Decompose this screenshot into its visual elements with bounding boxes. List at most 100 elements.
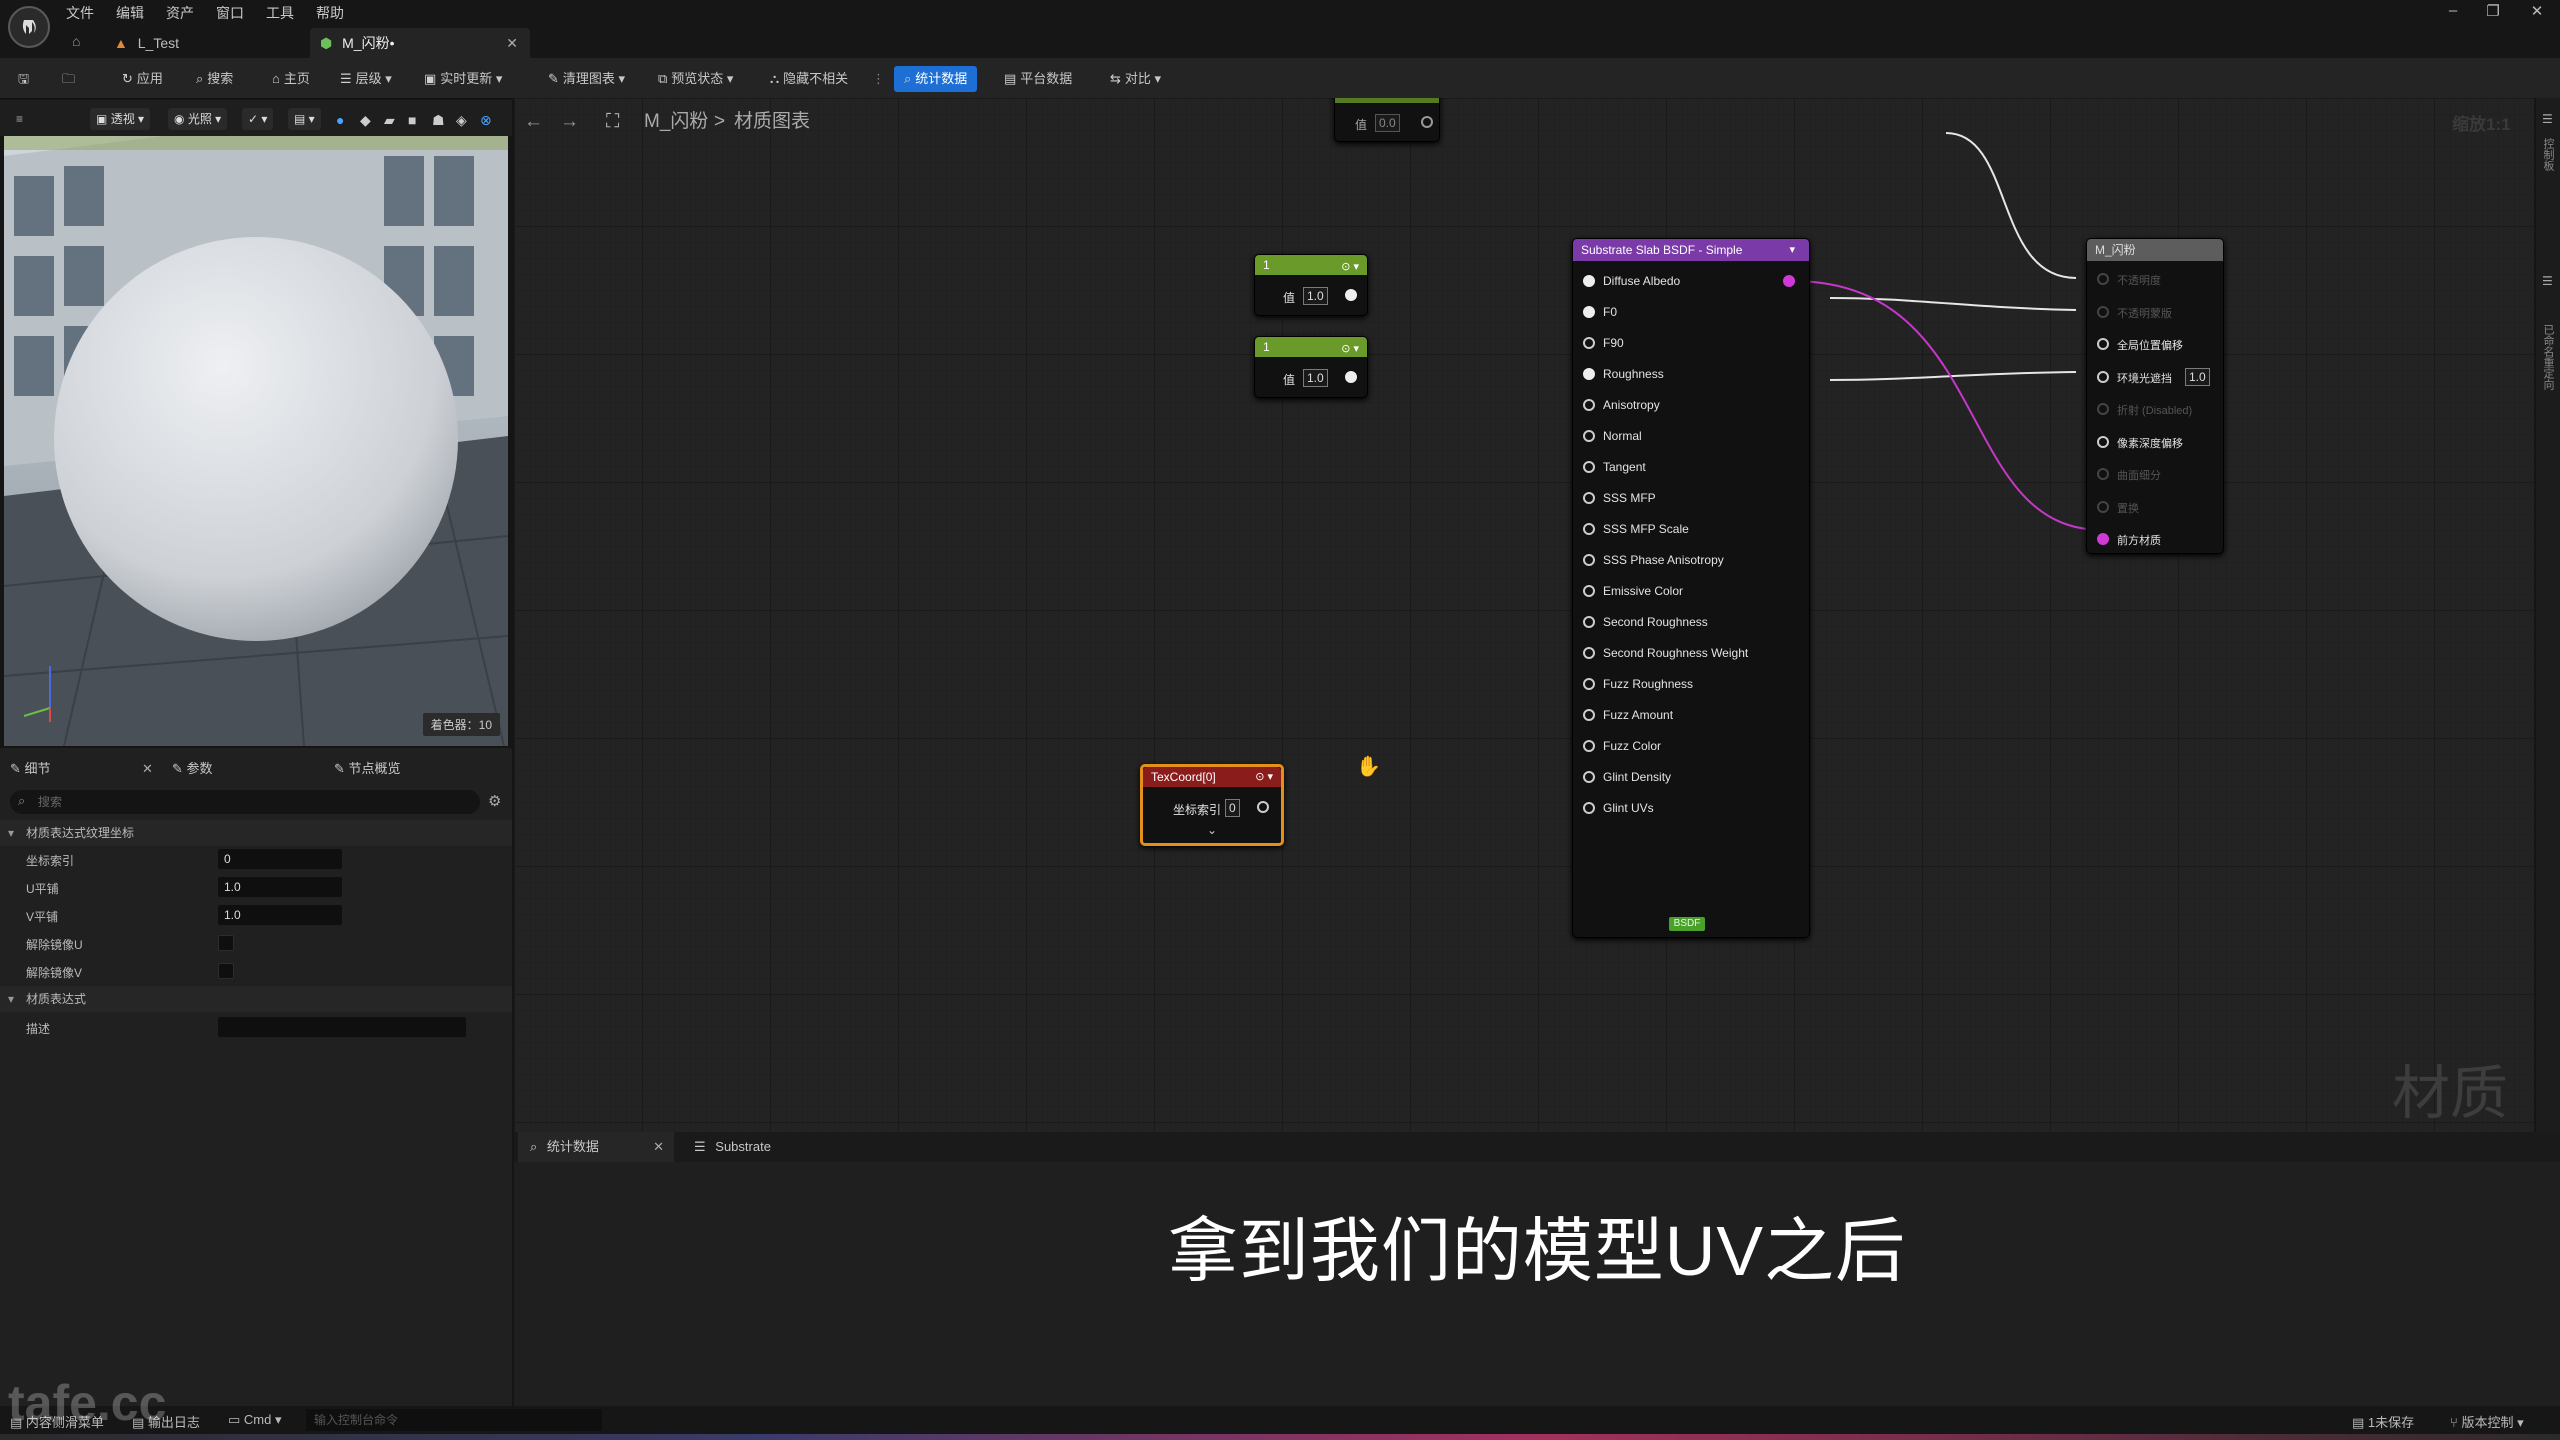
unmirror-u-checkbox[interactable] bbox=[218, 935, 234, 951]
breadcrumb-page[interactable]: 材质图表 bbox=[734, 100, 810, 144]
v-tiling-input[interactable]: 1.0 bbox=[218, 905, 342, 925]
unreal-logo-icon[interactable] bbox=[8, 6, 50, 48]
back-arrow-icon[interactable]: ← bbox=[524, 100, 543, 144]
tab-stats[interactable]: ⌕ 统计数据 ✕ bbox=[518, 1132, 674, 1162]
reroutes-icon[interactable]: ☰ bbox=[2542, 274, 2553, 288]
substrate-input-pin[interactable] bbox=[1583, 337, 1595, 349]
texcoord-output-pin[interactable] bbox=[1257, 801, 1269, 813]
output-input-pin[interactable] bbox=[2097, 468, 2109, 480]
coord-index-input[interactable]: 0 bbox=[218, 849, 342, 869]
substrate-input-pin[interactable] bbox=[1583, 802, 1595, 814]
substrate-input-pin[interactable] bbox=[1583, 430, 1595, 442]
save-icon[interactable]: 🖫 bbox=[12, 66, 35, 92]
const-node-1[interactable]: 1 ⊙ ▾ 值 1.0 bbox=[1254, 254, 1368, 316]
menu-tools[interactable]: 工具 bbox=[266, 3, 294, 23]
output-input-pin[interactable] bbox=[2097, 533, 2109, 545]
substrate-input-pin[interactable] bbox=[1583, 585, 1595, 597]
const-2-output-pin[interactable] bbox=[1345, 371, 1357, 383]
close-tab-icon[interactable]: ✕ bbox=[506, 28, 518, 58]
hide-unrelated-button[interactable]: ⛬ 隐藏不相关 bbox=[764, 66, 854, 92]
unmirror-v-checkbox[interactable] bbox=[218, 963, 234, 979]
expand-node-icon[interactable]: ⌄ bbox=[1207, 823, 1217, 837]
live-update-dropdown[interactable]: ▣ 实时更新 ▾ bbox=[418, 66, 508, 92]
menu-file[interactable]: 文件 bbox=[66, 3, 94, 23]
menu-help[interactable]: 帮助 bbox=[316, 3, 344, 23]
compare-dropdown[interactable]: ⇆ 对比 ▾ bbox=[1104, 66, 1167, 92]
realtime-toggle-icon[interactable]: ⊗ bbox=[480, 112, 492, 129]
search-button[interactable]: ⌕ 搜索 bbox=[190, 66, 239, 92]
cmd-dropdown[interactable]: ▭ Cmd ▾ bbox=[228, 1412, 282, 1428]
output-input-pin[interactable] bbox=[2097, 435, 2109, 448]
substrate-output-pin[interactable] bbox=[1783, 275, 1795, 287]
stats-button[interactable]: ⌕ 统计数据 bbox=[894, 66, 978, 92]
substrate-input-pin[interactable] bbox=[1583, 461, 1595, 473]
section-texcoord[interactable]: ▾ 材质表达式纹理坐标 bbox=[0, 820, 512, 846]
hierarchy-dropdown[interactable]: ☰ 层级 ▾ bbox=[334, 66, 398, 92]
preview-mesh-dropdown[interactable]: ▤ ▾ bbox=[288, 108, 321, 130]
cylinder-preview-icon[interactable]: ◆ bbox=[360, 112, 371, 129]
forward-arrow-icon[interactable]: → bbox=[560, 100, 579, 144]
close-stats-tab-icon[interactable]: ✕ bbox=[653, 1132, 664, 1162]
lit-dropdown[interactable]: ◉ 光照 ▾ bbox=[168, 108, 228, 130]
tab-substrate[interactable]: ☰ Substrate bbox=[682, 1132, 771, 1162]
unsaved-button[interactable]: ▤ 1未保存 bbox=[2352, 1412, 2414, 1431]
source-control-button[interactable]: ⑂ 版本控制 ▾ bbox=[2450, 1412, 2524, 1431]
substrate-input-pin[interactable] bbox=[1583, 399, 1595, 411]
substrate-input-pin[interactable] bbox=[1583, 647, 1595, 659]
const-1-value[interactable]: 1.0 bbox=[1303, 287, 1328, 305]
teapot-preview-icon[interactable]: ☗ bbox=[432, 112, 445, 129]
minimize-button[interactable]: – bbox=[2438, 2, 2468, 22]
tab-parameters[interactable]: ✎ 参数 bbox=[172, 756, 213, 782]
material-output-node[interactable]: M_闪粉 不透明度 不透明蒙版 全局位置偏移 环境光遮挡 1.0 折射 (Disabled… bbox=[2086, 238, 2224, 554]
substrate-input-pin[interactable] bbox=[1583, 771, 1595, 783]
tab-level[interactable]: ▲ L_Test bbox=[104, 28, 314, 58]
substrate-input-pin[interactable] bbox=[1583, 306, 1595, 318]
named-reroutes-tab[interactable]: 已命名重定向 bbox=[2540, 324, 2556, 390]
sphere-preview-icon[interactable]: ● bbox=[336, 112, 344, 128]
const-1-output-pin[interactable] bbox=[1345, 289, 1357, 301]
palette-tab[interactable]: 控制板 bbox=[2540, 138, 2556, 171]
perspective-dropdown[interactable]: ▣ 透视 ▾ bbox=[90, 108, 151, 130]
substrate-slab-node[interactable]: Substrate Slab BSDF - Simple ▾ Diffuse A… bbox=[1572, 238, 1810, 938]
output-input-pin[interactable] bbox=[2097, 305, 2109, 318]
viewport-menu-icon[interactable]: ≡ bbox=[10, 108, 29, 130]
material-graph-canvas[interactable]: 值 0.0 1 ⊙ ▾ 值 1.0 1 ⊙ ▾ 值 1.0 Substrate … bbox=[514, 98, 2534, 1132]
restore-button[interactable]: ❐ bbox=[2478, 2, 2508, 22]
const-node-2[interactable]: 1 ⊙ ▾ 值 1.0 bbox=[1254, 336, 1368, 398]
close-window-button[interactable]: ✕ bbox=[2522, 2, 2552, 22]
substrate-input-pin[interactable] bbox=[1583, 740, 1595, 752]
const-1-preview-icon[interactable]: ⊙ ▾ bbox=[1341, 257, 1359, 277]
details-search-input[interactable]: 搜索 bbox=[10, 790, 480, 814]
const-node-top[interactable]: 值 0.0 bbox=[1334, 98, 1440, 142]
clean-graph-dropdown[interactable]: ✎ 清理图表 ▾ bbox=[542, 66, 631, 92]
const-2-value[interactable]: 1.0 bbox=[1303, 369, 1328, 387]
plane-preview-icon[interactable]: ▰ bbox=[384, 112, 395, 129]
home-icon[interactable]: ⌂ bbox=[72, 33, 80, 49]
apply-button[interactable]: ↻ 应用 bbox=[116, 66, 169, 92]
substrate-input-pin[interactable] bbox=[1583, 554, 1595, 566]
const-top-value[interactable]: 0.0 bbox=[1375, 114, 1400, 132]
substrate-input-pin[interactable] bbox=[1583, 275, 1595, 287]
substrate-input-pin[interactable] bbox=[1583, 368, 1595, 380]
texcoord-preview-icon[interactable]: ⊙ ▾ bbox=[1255, 767, 1273, 787]
substrate-input-pin[interactable] bbox=[1583, 709, 1595, 721]
substrate-input-pin[interactable] bbox=[1583, 616, 1595, 628]
breadcrumb-root[interactable]: M_闪粉 bbox=[644, 100, 708, 144]
output-input-pin[interactable] bbox=[2097, 273, 2109, 285]
menu-edit[interactable]: 编辑 bbox=[116, 3, 144, 23]
texcoord-coord-value[interactable]: 0 bbox=[1225, 799, 1240, 817]
substrate-input-pin[interactable] bbox=[1583, 523, 1595, 535]
home-button[interactable]: ⌂ 主页 bbox=[266, 66, 316, 92]
tab-material[interactable]: ⬢ M_闪粉• ✕ bbox=[310, 28, 530, 58]
custom-mesh-icon[interactable]: ◈ bbox=[456, 112, 467, 129]
description-input[interactable] bbox=[218, 1017, 466, 1037]
material-preview-viewport[interactable]: 着色器：10 bbox=[4, 136, 508, 746]
output-input-pin[interactable] bbox=[2097, 338, 2109, 350]
output-input-pin[interactable] bbox=[2097, 500, 2109, 513]
cube-preview-icon[interactable]: ■ bbox=[408, 112, 416, 128]
const-top-output-pin[interactable] bbox=[1421, 116, 1433, 128]
substrate-input-pin[interactable] bbox=[1583, 678, 1595, 690]
section-expression[interactable]: ▾ 材质表达式 bbox=[0, 986, 512, 1012]
output-input-pin[interactable] bbox=[2097, 370, 2109, 383]
const-2-preview-icon[interactable]: ⊙ ▾ bbox=[1341, 339, 1359, 359]
